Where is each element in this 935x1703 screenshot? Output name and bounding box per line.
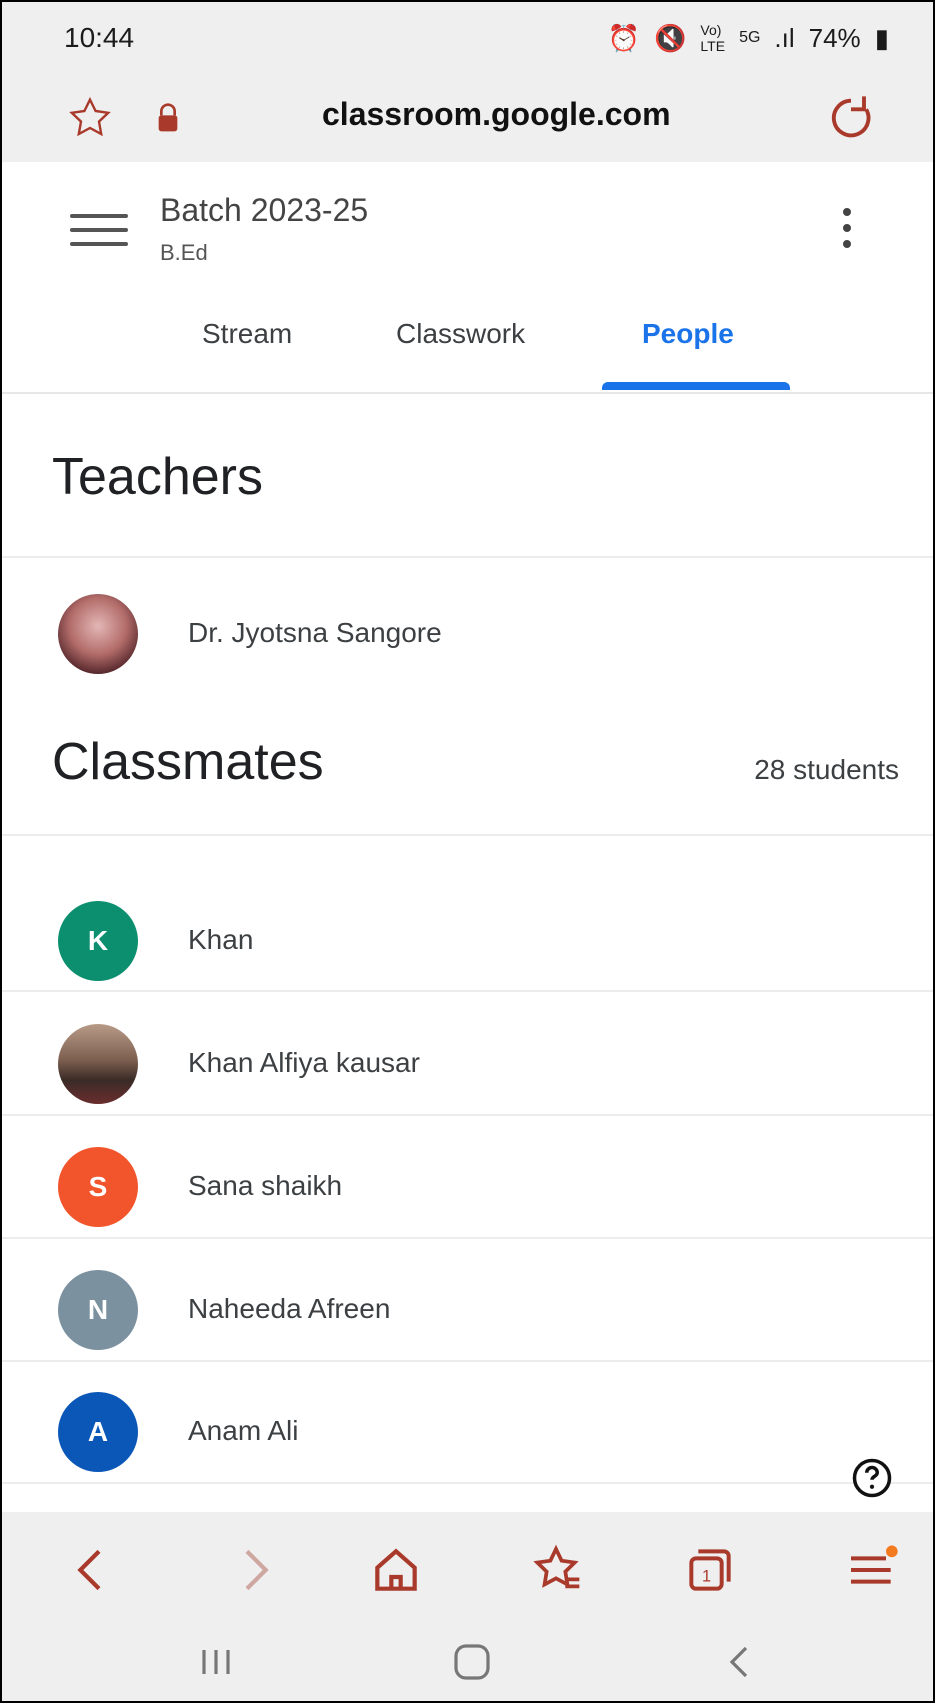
tab-people[interactable]: People <box>642 318 734 350</box>
divider <box>2 1114 933 1116</box>
divider <box>2 556 933 558</box>
classmate-row[interactable]: S Sana shaikh <box>2 1135 933 1227</box>
mute-icon: 🔇 <box>654 22 687 53</box>
status-time: 10:44 <box>64 22 135 53</box>
classmate-name: Naheeda Afreen <box>188 1293 391 1324</box>
classmates-heading: Classmates <box>52 733 324 791</box>
teacher-row[interactable]: Dr. Jyotsna Sangore <box>2 582 933 674</box>
help-icon[interactable] <box>851 1457 893 1499</box>
avatar: A <box>58 1392 138 1472</box>
system-back-icon[interactable] <box>716 1642 764 1682</box>
teacher-avatar <box>58 594 138 674</box>
divider <box>2 1237 933 1239</box>
avatar-photo <box>58 1024 138 1104</box>
phone-screen: 10:44 ⏰ 🔇 Vo) LTE 5G .ıl 74% ▮ classroom.… <box>0 0 935 1703</box>
tabs-icon[interactable]: 1 <box>682 1542 738 1598</box>
classmate-name: Khan <box>188 924 254 955</box>
forward-icon[interactable] <box>226 1542 282 1598</box>
back-icon[interactable] <box>64 1542 120 1598</box>
recent-apps-icon[interactable] <box>192 1642 240 1682</box>
status-bar: 10:44 ⏰ 🔇 Vo) LTE 5G .ıl 74% ▮ <box>2 2 933 72</box>
student-count: 28 students <box>754 754 899 785</box>
active-tab-indicator <box>602 382 790 390</box>
avatar: S <box>58 1147 138 1227</box>
tab-bar: Stream Classwork People <box>2 318 933 392</box>
svg-text:1: 1 <box>702 1568 711 1586</box>
classroom-header: Batch 2023-25 B.Ed Stream Classwork Peop… <box>2 162 933 394</box>
classmate-row[interactable]: K Khan <box>2 889 933 981</box>
classmate-row[interactable]: A Anam Ali <box>2 1380 933 1472</box>
lock-icon <box>158 103 178 132</box>
refresh-icon[interactable] <box>825 92 877 144</box>
volte-icon: Vo) LTE <box>700 22 726 54</box>
classmate-name: Sana shaikh <box>188 1170 343 1201</box>
5g-icon: 5G <box>739 29 761 46</box>
url-text[interactable]: classroom.google.com <box>322 96 671 133</box>
class-title: Batch 2023-25 <box>160 192 369 228</box>
classmate-row[interactable]: Khan Alfiya kausar <box>2 1012 933 1104</box>
more-options-icon[interactable] <box>839 208 855 252</box>
divider <box>2 990 933 992</box>
divider <box>2 1482 933 1484</box>
menu-more-icon[interactable] <box>844 1542 900 1598</box>
classmate-name: Anam Ali <box>188 1415 299 1446</box>
divider <box>2 834 933 836</box>
browser-bottom-nav: 1 <box>2 1512 933 1622</box>
classmate-name: Khan Alfiya kausar <box>188 1047 420 1078</box>
battery-icon: ▮ <box>874 22 889 53</box>
class-subtitle: B.Ed <box>160 240 208 265</box>
tab-stream[interactable]: Stream <box>202 318 292 350</box>
bookmark-star-icon[interactable] <box>66 94 114 142</box>
tab-classwork[interactable]: Classwork <box>396 318 525 350</box>
teacher-name: Dr. Jyotsna Sangore <box>188 617 442 648</box>
status-icons: ⏰ 🔇 Vo) LTE 5G .ıl 74% ▮ <box>608 22 889 54</box>
browser-address-bar[interactable]: classroom.google.com <box>2 72 933 163</box>
bookmarks-icon[interactable] <box>528 1542 584 1598</box>
divider <box>2 1360 933 1362</box>
signal-icon: .ıl <box>774 22 795 53</box>
alarm-icon: ⏰ <box>607 22 641 53</box>
avatar: N <box>58 1270 138 1350</box>
avatar: K <box>58 901 138 981</box>
home-button-icon[interactable] <box>448 1642 496 1682</box>
system-navigation-bar <box>2 1622 933 1701</box>
home-icon[interactable] <box>368 1542 424 1598</box>
teachers-heading: Teachers <box>52 448 263 506</box>
classmate-row[interactable]: N Naheeda Afreen <box>2 1258 933 1350</box>
menu-icon[interactable] <box>70 214 128 258</box>
battery-percent: 74% <box>808 22 861 53</box>
